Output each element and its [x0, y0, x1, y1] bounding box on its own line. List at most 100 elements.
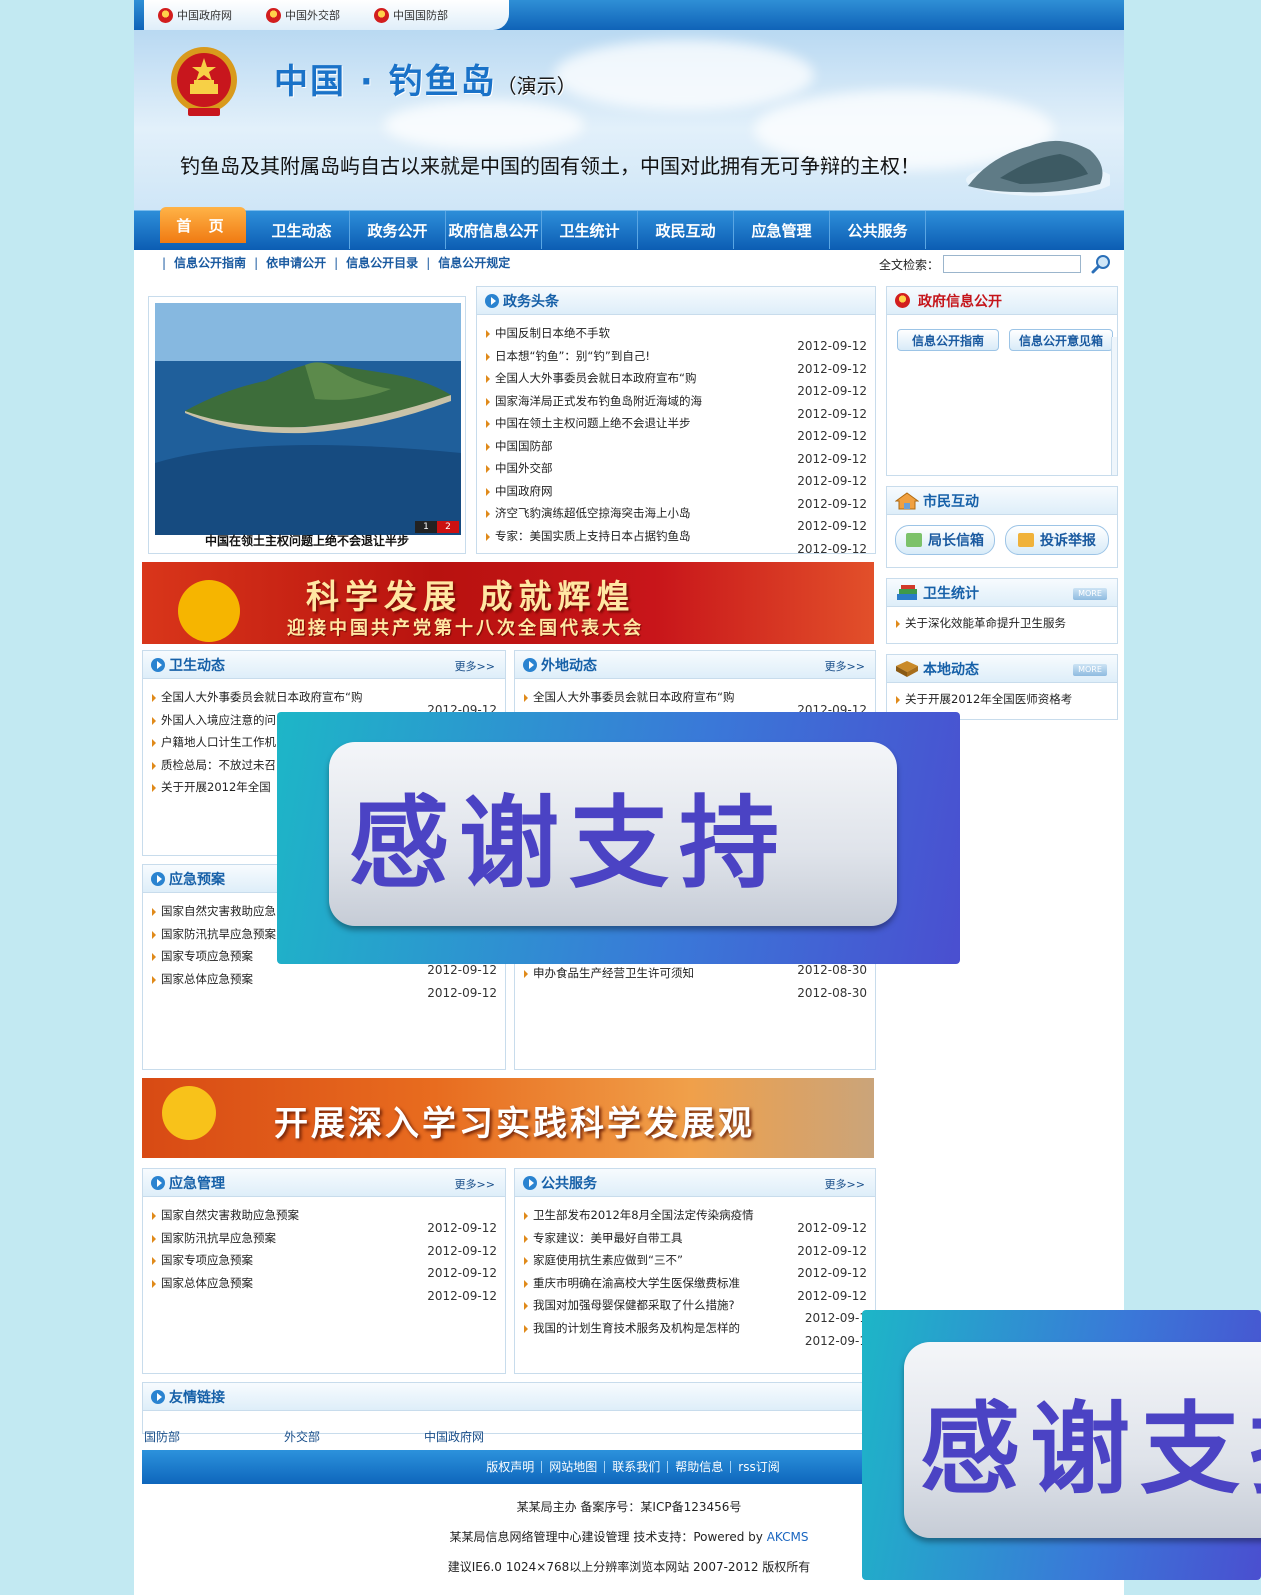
subnav-catalog[interactable]: 信息公开目录: [346, 254, 418, 271]
banner1-subline: 迎接中国共产党第十八次全国代表大会: [287, 618, 644, 639]
friend-links-header: 友情链接: [143, 1383, 875, 1411]
friend-link[interactable]: 中国政府网: [424, 1428, 564, 1445]
date: 2012-09-12: [427, 1243, 497, 1258]
date: 2012-09-12: [797, 1221, 867, 1235]
date: 2012-09-12: [797, 339, 867, 353]
headlines-dates: 2012-09-12 2012-09-12 2012-09-12 2012-09…: [797, 339, 867, 564]
top-link-gov[interactable]: 中国政府网: [158, 7, 232, 23]
list-item[interactable]: 关于开展2012年全国医师资格考: [895, 691, 1109, 714]
top-link-mfa[interactable]: 中国外交部: [266, 7, 340, 23]
date: 2012-09-12: [797, 1288, 867, 1303]
search-icon[interactable]: [1091, 254, 1111, 274]
citizen-box: 市民互动 局长信箱 投诉举报: [886, 486, 1118, 568]
footer-link-copyright[interactable]: 版权声明: [479, 1461, 543, 1473]
thanks-popup-corner[interactable]: 感谢支持: [862, 1310, 1261, 1580]
emergency-mgmt-dates: 2012-09-12 2012-09-12 2012-09-12 2012-09…: [427, 1221, 497, 1311]
more-link[interactable]: 更多>>: [455, 658, 495, 674]
emblem-icon: [158, 7, 173, 23]
nav-item-gov-info[interactable]: 政府信息公开: [446, 211, 542, 249]
nav-item-health-news[interactable]: 卫生动态: [254, 211, 350, 249]
nav-item-gov-affairs[interactable]: 政务公开: [350, 211, 446, 249]
public-service-header: 公共服务 更多>>: [515, 1169, 875, 1197]
search-label: 全文检索：: [879, 257, 940, 272]
emergency-plans-dates: 2012-09-12 2012-09-12: [427, 963, 497, 1008]
arrow-circle-icon: [485, 293, 499, 308]
banner-congress[interactable]: 科学发展 成就辉煌 迎接中国共产党第十八次全国代表大会: [142, 562, 874, 644]
banner-study[interactable]: 开展深入学习实践科学发展观: [142, 1078, 874, 1158]
top-link-mod[interactable]: 中国国防部: [374, 7, 448, 23]
footer-link-help[interactable]: 帮助信息: [668, 1461, 732, 1473]
national-emblem-icon: [171, 47, 237, 116]
house-icon: [895, 491, 919, 509]
books-icon: [897, 584, 917, 600]
citizen-header: 市民互动: [887, 487, 1117, 515]
emblem-icon: [374, 7, 389, 23]
info-mailbox-button[interactable]: 信息公开意见箱: [1009, 329, 1113, 351]
slogan: 钓鱼岛及其附属岛屿自古以来就是中国的固有领土，中国对此拥有无可争辩的主权！: [180, 154, 920, 178]
footer-link-sitemap[interactable]: 网站地图: [542, 1461, 606, 1473]
subnav-rules[interactable]: 信息公开规定: [438, 254, 510, 271]
list-item[interactable]: 申办食品生产经营卫生许可须知: [523, 965, 694, 988]
nav-item-health-stats[interactable]: 卫生统计: [542, 211, 638, 249]
date: 2012-09-12: [797, 474, 867, 488]
headlines-box: 政务头条 中国反制日本绝不手软 日本想“钓鱼”：别“钓”到自己! 全国人大外事委…: [476, 286, 876, 556]
more-link[interactable]: 更多>>: [825, 1176, 865, 1192]
cloud-decoration: [384, 100, 584, 150]
search-input[interactable]: [943, 255, 1082, 273]
nav-home[interactable]: 首 页: [160, 207, 246, 243]
date: 2012-08-30: [797, 963, 867, 977]
island-photo: [155, 303, 461, 535]
friend-link[interactable]: 外交部: [284, 1428, 424, 1445]
headline-photo[interactable]: 1 2 中国在领土主权问题上绝不会退让半步: [148, 296, 466, 554]
local-news-header: 本地动态 MORE: [887, 655, 1117, 683]
date: 2012-09-1: [804, 1311, 867, 1325]
complaint-button[interactable]: 投诉举报: [1005, 525, 1109, 555]
nav-item-public-service[interactable]: 公共服务: [830, 211, 926, 249]
emergency-plans-title: 应急预案: [169, 871, 225, 888]
nav-item-interaction[interactable]: 政民互动: [638, 211, 734, 249]
site-header: 中国 · 钓鱼岛（演示） 钓鱼岛及其附属岛屿自古以来就是中国的固有领土，中国对此…: [134, 30, 1124, 210]
thanks-popup-text: 感谢支持: [349, 784, 789, 902]
main-nav: 首 页 卫生动态 政务公开 政府信息公开 卫生统计 政民互动 应急管理 公共服务: [134, 207, 1124, 250]
arrow-circle-icon: [151, 657, 165, 672]
date: 2012-09-12: [427, 1221, 497, 1235]
local-news-box: 本地动态 MORE 关于开展2012年全国医师资格考: [886, 654, 1118, 720]
date: 2012-09-12: [797, 1266, 867, 1280]
akcms-link[interactable]: AKCMS: [767, 1530, 809, 1544]
date: 2012-09-1: [804, 1333, 867, 1348]
citizen-title: 市民互动: [923, 493, 979, 510]
sub-nav: | 信息公开指南 | 依申请公开 | 信息公开目录 | 信息公开规定: [154, 254, 510, 271]
more-link[interactable]: 更多>>: [455, 1176, 495, 1192]
health-stats-title: 卫生统计: [923, 585, 979, 602]
gavel-icon: [1018, 533, 1034, 547]
photo-caption[interactable]: 中国在领土主权问题上绝不会退让半步: [149, 532, 465, 549]
more-button[interactable]: MORE: [1073, 664, 1107, 676]
director-mailbox-button[interactable]: 局长信箱: [895, 525, 995, 555]
arrow-circle-icon: [523, 1175, 537, 1190]
health-stats-box: 卫生统计 MORE 关于深化效能革命提升卫生服务: [886, 578, 1118, 644]
subnav-guide[interactable]: 信息公开指南: [174, 254, 246, 271]
nav-item-emergency[interactable]: 应急管理: [734, 211, 830, 249]
arrow-circle-icon: [151, 1389, 165, 1404]
friend-link[interactable]: 国防部: [144, 1428, 284, 1445]
hammer-sickle-icon: [162, 1086, 216, 1140]
date: 2012-09-12: [797, 519, 867, 533]
cloud-decoration: [554, 40, 814, 110]
friend-links-box: 友情链接: [142, 1382, 876, 1434]
site-title: 中国 · 钓鱼岛（演示）: [274, 62, 577, 102]
mailbox-icon: [906, 533, 922, 547]
thanks-popup-corner-inner: 感谢支持: [904, 1342, 1261, 1538]
thanks-popup[interactable]: 感谢支持: [277, 712, 960, 964]
info-guide-button[interactable]: 信息公开指南: [897, 329, 999, 351]
scrollbar[interactable]: [1111, 337, 1117, 475]
list-item[interactable]: 关于深化效能革命提升卫生服务: [895, 615, 1109, 638]
hammer-sickle-icon: [178, 580, 240, 642]
subnav-apply[interactable]: 依申请公开: [266, 254, 326, 271]
date: 2012-09-12: [427, 985, 497, 1000]
footer-link-rss[interactable]: rss订阅: [731, 1461, 786, 1473]
more-link[interactable]: 更多>>: [825, 658, 865, 674]
more-button[interactable]: MORE: [1073, 588, 1107, 600]
date: 2012-09-12: [427, 963, 497, 977]
gov-info-header: 政府信息公开: [887, 287, 1117, 315]
footer-link-contact[interactable]: 联系我们: [605, 1461, 669, 1473]
